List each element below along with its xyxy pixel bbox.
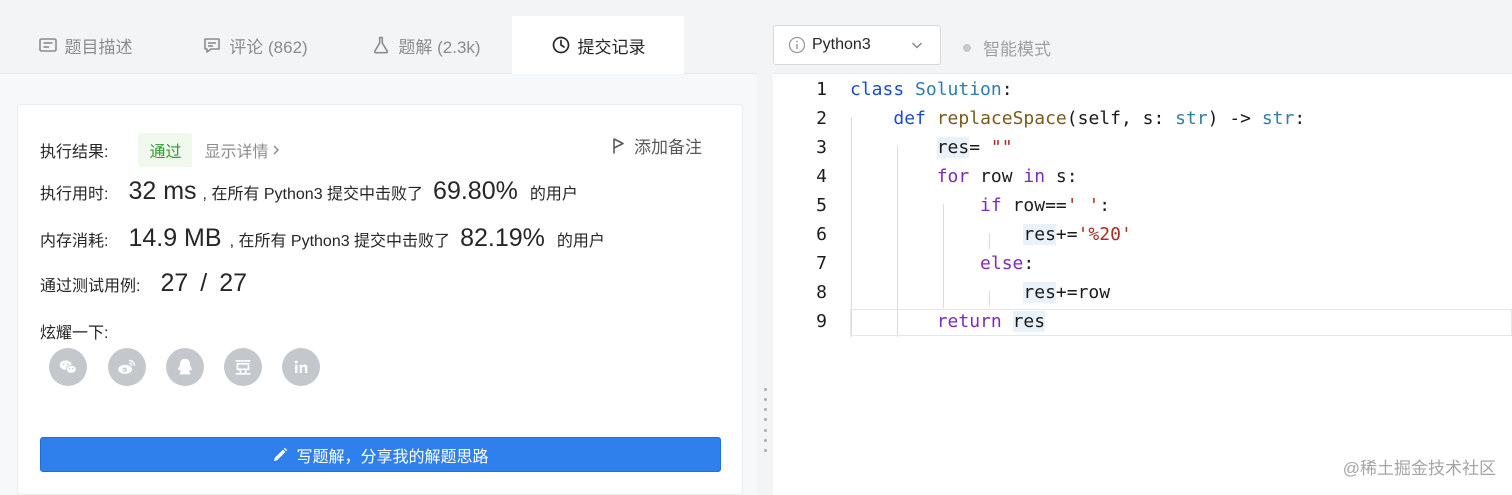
code-area[interactable]: 1 2 3 4 5 6 7 8 9 class Solution: def re… — [773, 74, 1512, 495]
show-details-label: 显示详情 — [204, 144, 269, 161]
line-number: 9 — [816, 311, 827, 332]
description-icon — [38, 38, 57, 52]
tests-passed: 27 — [160, 269, 189, 297]
line-number: 6 — [816, 224, 827, 245]
watermark: @稀土掘金技术社区 — [1342, 459, 1496, 478]
share-weibo-button[interactable] — [108, 348, 146, 386]
info-icon — [788, 36, 806, 54]
line-number: 2 — [816, 108, 827, 129]
douban-icon — [235, 360, 251, 375]
code-line: res= "" — [936, 137, 1013, 158]
line-number: 7 — [816, 253, 827, 274]
submission-panel: 题目描述 评论 (862) 题解 (2.3k) 提交记录 执行结果: 通过 显示… — [0, 0, 757, 495]
flag-icon — [613, 137, 624, 153]
add-note-button[interactable]: 添加备注 — [612, 133, 702, 158]
write-solution-label: 写题解，分享我的解题思路 — [296, 448, 489, 466]
smart-mode-dot-icon — [963, 43, 971, 52]
memory-text: , 在所有 Python3 提交中击败了 — [229, 232, 451, 250]
pencil-icon — [274, 447, 288, 461]
flask-icon — [374, 36, 389, 54]
wechat-icon — [59, 360, 77, 374]
tests-label: 通过测试用例: — [40, 277, 141, 295]
weibo-icon — [118, 359, 136, 374]
memory-value: 14.9 MB — [128, 224, 222, 252]
smart-mode-toggle[interactable]: 智能模式 — [963, 35, 1051, 60]
line-number: 5 — [816, 195, 827, 216]
add-note-label: 添加备注 — [634, 138, 702, 157]
line-number: 8 — [816, 282, 827, 303]
show-details-link[interactable]: 显示详情 — [204, 138, 280, 162]
tab-bar: 题目描述 评论 (862) 题解 (2.3k) 提交记录 — [0, 0, 757, 74]
write-solution-button[interactable]: 写题解，分享我的解题思路 — [40, 437, 721, 472]
tests-row: 通过测试用例: 27 / 27 — [40, 269, 247, 298]
line-number: 3 — [816, 137, 827, 158]
code-line: for row in s: — [936, 166, 1078, 187]
code-line: res+='%20' — [1023, 224, 1132, 245]
memory-percent: 82.19% — [460, 224, 545, 252]
tab-description-label: 题目描述 — [64, 37, 133, 57]
memory-label: 内存消耗: — [40, 232, 109, 250]
result-label: 执行结果: — [40, 144, 109, 161]
editor-toolbar: Python3 智能模式 — [773, 0, 1512, 74]
runtime-suffix: 的用户 — [529, 185, 578, 203]
tab-submissions-label: 提交记录 — [577, 37, 646, 57]
linkedin-icon — [294, 360, 308, 373]
result-card: 执行结果: 通过 显示详情 添加备注 执行用时: 32 ms , 在所有 Pyt… — [17, 104, 743, 495]
code-line: return res — [936, 311, 1046, 332]
smart-mode-label: 智能模式 — [983, 40, 1051, 59]
memory-row: 内存消耗: 14.9 MB , 在所有 Python3 提交中击败了 82.19… — [40, 224, 605, 253]
memory-suffix: 的用户 — [556, 232, 605, 250]
status-badge: 通过 — [138, 133, 193, 167]
chevron-down-icon — [911, 42, 923, 49]
runtime-value: 32 ms — [128, 177, 197, 205]
result-row: 执行结果: 通过 显示详情 — [40, 133, 280, 167]
tests-separator: / — [200, 269, 208, 297]
runtime-row: 执行用时: 32 ms , 在所有 Python3 提交中击败了 69.80% … — [40, 177, 578, 206]
language-select[interactable]: Python3 — [773, 25, 941, 65]
line-number: 4 — [816, 166, 827, 187]
tab-solutions[interactable]: 题解 (2.3k) — [340, 16, 512, 74]
runtime-label: 执行用时: — [40, 185, 109, 203]
tab-description[interactable]: 题目描述 — [0, 16, 170, 74]
tab-submissions[interactable]: 提交记录 — [512, 16, 684, 74]
share-qq-button[interactable] — [166, 348, 204, 386]
comment-icon — [204, 38, 221, 53]
clock-icon — [552, 36, 569, 54]
code-line: else: — [980, 253, 1035, 274]
language-label: Python3 — [812, 36, 871, 53]
resize-handle[interactable] — [764, 388, 767, 452]
chevron-right-icon — [273, 145, 280, 155]
share-linkedin-button[interactable] — [282, 348, 320, 386]
code-line: def replaceSpace(self, s: str) -> str: — [893, 108, 1306, 129]
code-editor-panel: Python3 智能模式 1 2 3 4 5 6 7 8 9 class Sol… — [773, 0, 1512, 495]
tab-comments[interactable]: 评论 (862) — [170, 16, 340, 74]
code-line: if row==' ': — [980, 195, 1111, 216]
qq-icon — [178, 358, 192, 375]
code-line: class Solution: — [850, 79, 1013, 100]
tab-solutions-label: 题解 (2.3k) — [398, 37, 481, 57]
runtime-percent: 69.80% — [433, 177, 518, 205]
line-number: 1 — [816, 79, 827, 100]
runtime-text: , 在所有 Python3 提交中击败了 — [202, 185, 424, 203]
tab-comments-label: 评论 (862) — [229, 37, 308, 57]
code-line: res+=row — [1023, 282, 1111, 303]
share-douban-button[interactable] — [224, 348, 262, 386]
share-label: 炫耀一下: — [40, 325, 109, 342]
tests-total: 27 — [219, 269, 248, 297]
share-wechat-button[interactable] — [49, 348, 87, 386]
